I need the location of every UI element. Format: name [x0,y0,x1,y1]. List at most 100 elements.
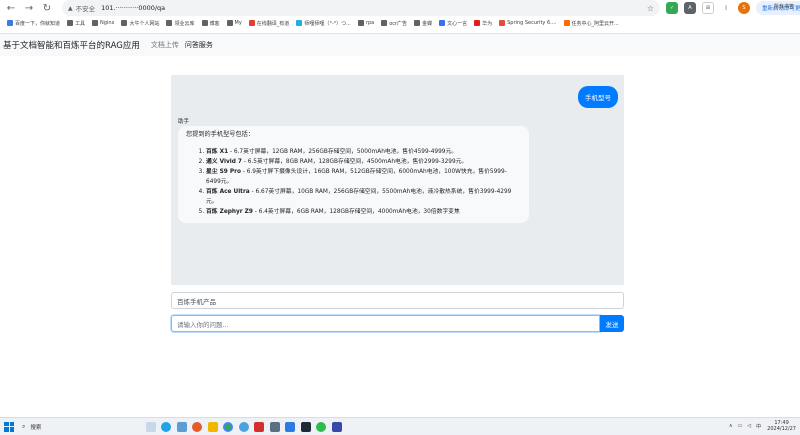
bookmark-item[interactable]: ocr广告 [381,20,407,27]
bookmark-item[interactable]: 在线翻译_有道 [248,20,290,27]
volume-icon[interactable]: ◁ [747,423,751,429]
phone-model-name: 百炼 Zephyr Z9 [206,209,253,215]
bookmark-item[interactable]: 博客 [201,20,220,27]
edge-icon[interactable] [161,421,171,432]
list-item: 百炼 Ace Ultra - 6.67英寸屏幕，10GB RAM，256GB存储… [206,187,521,207]
nav-qa[interactable]: 问答服务 [185,40,213,50]
phone-model-name: 百炼 X1 [206,149,229,155]
profile-avatar[interactable]: S [738,2,750,14]
assistant-intro: 您提到的手机型号包括： [186,131,255,138]
app-icon[interactable] [238,421,249,432]
chevron-up-icon[interactable]: ∧ [729,423,733,429]
bookmark-label: 工具 [75,20,86,27]
phone-model-desc: - 6.67英寸屏幕，10GB RAM，256GB存储空间，5500mAh电池，… [206,189,512,205]
app-icon[interactable] [176,421,187,432]
extension-shield-icon[interactable]: ✓ [666,2,678,14]
reload-icon[interactable]: ↻ [40,1,54,15]
bookmark-item[interactable]: 工具 [67,20,85,27]
bookmark-label: 博客 [209,20,220,27]
bookmark-item[interactable]: My [226,20,242,26]
terminal-icon[interactable] [269,421,280,432]
bookmark-icon [92,20,99,26]
sidepanel-icon[interactable]: ▯ [720,2,732,14]
bookmark-label: 金蝶 [422,20,433,27]
nav-upload[interactable]: 文档上传 [151,40,179,50]
bookmark-icon [67,20,74,26]
bookmark-label: 师哩师哩（°-°）つ... [304,20,351,27]
file-explorer-icon[interactable] [207,421,218,432]
windows-start-icon[interactable] [4,421,14,432]
bookmark-icon [121,20,128,26]
wechat-icon[interactable] [316,421,326,432]
bookmark-icon [474,20,481,26]
star-icon[interactable]: ☆ [647,4,654,13]
extensions-puzzle-icon[interactable]: ⊞ [702,2,714,14]
user-message: 手机型号 [578,86,618,108]
system-tray: ∧ ▭ ◁ 中 17:49 2024/12/27 [724,420,796,432]
url-text: 101.···········0000/qa [101,4,166,12]
bookmark-label: 大牛个人网站 [129,20,160,27]
list-item: 百炼 X1 - 6.7英寸屏幕，12GB RAM，256GB存储空间，5000m… [206,147,521,157]
phone-model-desc: - 6.9英寸屏下摄像头设计，16GB RAM，512GB存储空间，6000mA… [206,169,507,185]
address-bar[interactable]: ▲ 不安全 101.···········0000/qa ☆ [62,0,660,16]
bookmark-item[interactable]: 领业云库 [166,20,195,27]
bookmark-item[interactable]: Nginx [92,20,114,26]
app-icon[interactable] [300,421,311,432]
app-icon[interactable] [331,421,342,432]
assistant-message: 您提到的手机型号包括： 百炼 X1 - 6.7英寸屏幕，12GB RAM，256… [178,126,529,223]
bookmark-icon [414,20,421,26]
knowledge-base-field[interactable]: 百炼手机产品 [171,292,624,309]
vscode-icon[interactable] [285,421,295,432]
bookmark-icon [248,20,255,26]
question-input[interactable]: 请输入你的问题... [171,315,600,332]
wps-icon[interactable] [254,421,264,432]
browser-toolbar: ← → ↻ ▲ 不安全 101.···········0000/qa ☆ ✓ A… [0,0,800,34]
bookmark-icon [226,20,233,26]
bookmark-item[interactable]: rpa [357,20,374,26]
bookmark-item[interactable]: 师哩师哩（°-°）つ... [296,20,351,27]
bookmark-item[interactable]: 任务中心_阿里云开... [563,20,619,27]
bookmark-icon [439,20,446,26]
phone-model-desc: - 6.4英寸屏幕，6GB RAM，128GB存储空间，4000mAh电池，30… [252,209,460,215]
bookmark-label: Spring Security 6.... [507,20,557,26]
bookmark-icon [357,20,364,26]
bookmark-icon [7,20,13,26]
bookmark-label: ocr广告 [389,20,408,27]
forward-icon[interactable]: → [22,1,36,15]
chrome-icon[interactable] [223,421,233,432]
list-item: 通义 Vivid 7 - 6.5英寸屏幕，8GB RAM，128GB存储空间，4… [206,157,521,167]
bookmark-label: 华为 [482,20,493,27]
bookmark-label: Nginx [100,20,115,26]
warning-icon: ▲ [68,4,73,12]
extension-translate-icon[interactable]: A [684,2,696,14]
phone-list: 百炼 X1 - 6.7英寸屏幕，12GB RAM，256GB存储空间，5000m… [186,147,521,217]
app-navbar: 基于文档智能和百炼平台的RAG应用 文档上传 问答服务 [0,34,800,56]
bookmark-item[interactable]: 华为 [474,20,492,27]
clock[interactable]: 17:49 2024/12/27 [767,420,796,432]
back-icon[interactable]: ← [4,1,18,15]
bookmark-label: 百度一下，你就知道 [15,20,61,27]
network-icon[interactable]: ▭ [738,423,743,429]
app-brand[interactable]: 基于文档智能和百炼平台的RAG应用 [3,39,140,51]
taskbar-search[interactable]: ⌕ 搜索 [22,421,140,432]
bookmark-item[interactable]: 金蝶 [414,20,432,27]
all-bookmarks-link[interactable]: 所有书签 [774,3,794,10]
bookmark-icon [563,20,570,26]
windows-taskbar: ⌕ 搜索 ∧ ▭ ◁ 中 17:49 2024/12/27 [0,417,800,435]
bookmark-item[interactable]: Spring Security 6.... [499,20,557,26]
bookmark-icon [201,20,208,26]
bookmark-label: 在线翻译_有道 [256,20,290,27]
task-view-icon[interactable] [145,421,156,432]
chat-history[interactable]: 手机型号 助手 您提到的手机型号包括： 百炼 X1 - 6.7英寸屏幕，12GB… [171,75,624,285]
send-button[interactable]: 发送 [600,315,624,332]
list-item: 星尘 S9 Pro - 6.9英寸屏下摄像头设计，16GB RAM，512GB存… [206,167,521,187]
ime-indicator[interactable]: 中 [756,423,761,430]
bookmark-icon [296,20,303,26]
phone-model-name: 星尘 S9 Pro [206,169,241,175]
bookmark-item[interactable]: 大牛个人网站 [121,20,159,27]
bookmark-item[interactable]: 百度一下，你就知道 [7,20,60,27]
bookmark-item[interactable]: 文心一言 [439,20,467,27]
app-icon[interactable] [192,421,202,432]
bookmark-label: 领业云库 [174,20,195,27]
bookmark-label: My [234,20,242,26]
